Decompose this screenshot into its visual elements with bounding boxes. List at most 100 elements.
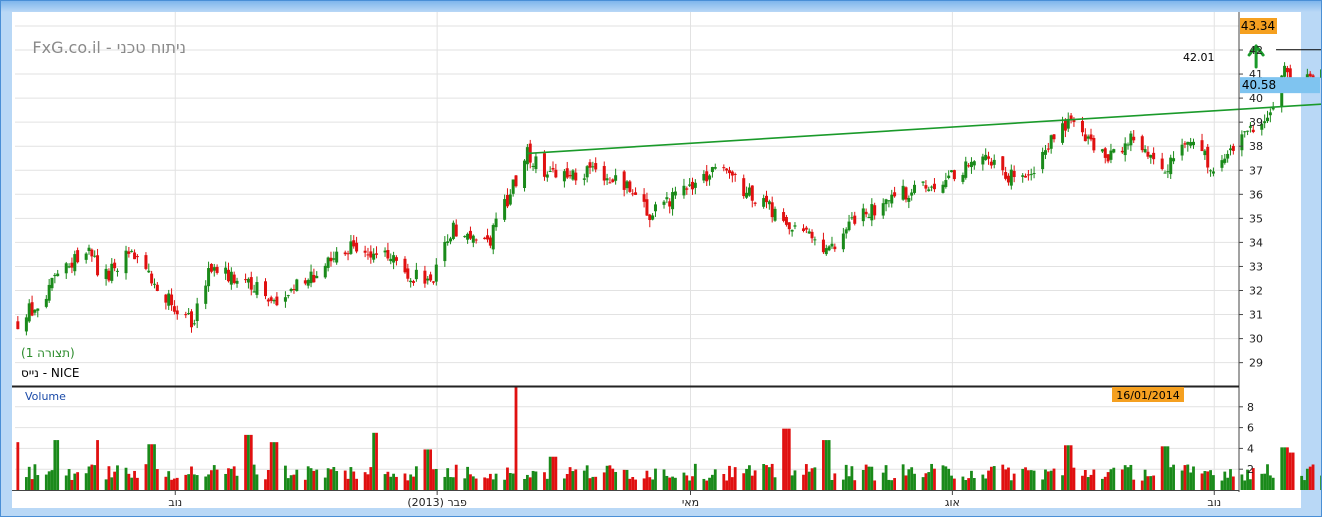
candle-body bbox=[673, 191, 677, 196]
candle-body bbox=[414, 269, 418, 280]
volume-bar bbox=[483, 477, 487, 490]
volume-bar bbox=[150, 444, 154, 490]
volume-bar bbox=[286, 478, 290, 490]
volume-bar bbox=[383, 474, 387, 490]
candle-body bbox=[329, 257, 333, 262]
candle-body bbox=[454, 224, 458, 237]
volume-bar bbox=[155, 469, 159, 490]
volume-bar bbox=[1123, 465, 1127, 490]
candle-body bbox=[1061, 123, 1065, 143]
candle-body bbox=[383, 250, 387, 253]
volume-bar bbox=[175, 477, 179, 490]
volume-bar bbox=[523, 478, 526, 490]
volume-bar bbox=[232, 466, 236, 490]
candle-body bbox=[947, 175, 951, 179]
volume-bar bbox=[767, 467, 771, 490]
volume-bar bbox=[426, 449, 430, 490]
candle bbox=[264, 278, 268, 300]
volume-bar bbox=[406, 480, 410, 490]
candle-body bbox=[611, 179, 615, 182]
volume-bar bbox=[770, 463, 774, 490]
candle-body bbox=[1183, 143, 1187, 145]
volume-bar bbox=[611, 468, 615, 490]
volume-bar bbox=[463, 478, 467, 490]
volume-bar bbox=[648, 477, 652, 490]
high-price-label: 43.34 bbox=[1241, 19, 1275, 33]
candle-body bbox=[255, 282, 259, 295]
candle-body bbox=[1189, 142, 1193, 146]
volume-bar bbox=[543, 472, 546, 490]
volume-bar bbox=[210, 470, 213, 490]
candle-body bbox=[224, 267, 228, 274]
volume-bar bbox=[164, 476, 168, 490]
volume-label: Volume bbox=[25, 390, 66, 403]
volume-bar bbox=[941, 465, 945, 490]
candle-body bbox=[64, 263, 68, 274]
candle-body bbox=[1223, 158, 1227, 163]
candle-body bbox=[389, 258, 393, 262]
volume-bar bbox=[1172, 464, 1175, 490]
candle-body bbox=[215, 266, 219, 273]
volume-bar bbox=[446, 468, 450, 490]
volume-bar bbox=[1320, 475, 1321, 490]
candle-body bbox=[944, 180, 948, 188]
candle-body bbox=[830, 243, 834, 247]
candle-body bbox=[1126, 144, 1130, 146]
candle-body bbox=[1251, 129, 1255, 133]
volume-bar bbox=[486, 478, 489, 490]
candle-body bbox=[1132, 136, 1136, 141]
volume-bar bbox=[952, 478, 956, 490]
volume-bar bbox=[1243, 480, 1247, 490]
volume-bar bbox=[807, 471, 811, 490]
candle-body bbox=[525, 147, 529, 165]
candle-body bbox=[708, 175, 712, 180]
volume-bar bbox=[56, 440, 60, 490]
volume-bar bbox=[901, 464, 905, 490]
candle-body bbox=[1049, 135, 1053, 149]
candle bbox=[1320, 69, 1321, 78]
volume-bar bbox=[967, 478, 971, 490]
volume-bar bbox=[355, 478, 358, 490]
candle-body bbox=[841, 233, 845, 250]
candle-body bbox=[861, 208, 865, 222]
candle bbox=[523, 159, 527, 192]
candle-body bbox=[722, 167, 726, 169]
volume-bar bbox=[981, 474, 985, 490]
volume-bar bbox=[1092, 469, 1096, 490]
candle-body bbox=[1149, 155, 1153, 158]
volume-bar bbox=[133, 470, 136, 490]
volume-bar bbox=[207, 474, 210, 490]
candle-body bbox=[725, 168, 729, 171]
volume-bar bbox=[762, 464, 766, 490]
volume-bar bbox=[349, 467, 353, 490]
volume-bar bbox=[881, 472, 885, 490]
volume-bar bbox=[987, 470, 990, 490]
candle-body bbox=[562, 171, 566, 182]
volume-bar bbox=[591, 476, 595, 490]
volume-bar bbox=[1081, 475, 1084, 490]
volume-bar bbox=[113, 471, 117, 490]
volume-bar bbox=[645, 470, 649, 490]
candle-body bbox=[423, 270, 427, 284]
volume-bar bbox=[16, 442, 20, 490]
x-tick-label: פבר (2013) bbox=[407, 496, 467, 509]
candle-body bbox=[950, 170, 954, 173]
candle-body bbox=[446, 241, 450, 243]
volume-bar bbox=[244, 434, 247, 490]
volume-bar bbox=[1223, 471, 1227, 490]
price-tick-label: 31 bbox=[1249, 309, 1263, 322]
candle-body bbox=[412, 281, 416, 283]
volume-bar bbox=[184, 474, 188, 490]
volume-bar bbox=[326, 468, 330, 490]
volume-bar bbox=[1206, 471, 1210, 490]
volume-bar bbox=[90, 464, 94, 490]
price-tick-label: 38 bbox=[1249, 140, 1263, 153]
volume-bar bbox=[309, 468, 313, 490]
volume-bar bbox=[1212, 475, 1215, 490]
price-tick-label: 35 bbox=[1249, 212, 1263, 225]
candle-body bbox=[164, 294, 168, 303]
volume-bar bbox=[107, 466, 111, 490]
candle-body bbox=[1203, 150, 1207, 156]
candle-body bbox=[668, 201, 672, 207]
volume-bar bbox=[1089, 474, 1093, 490]
